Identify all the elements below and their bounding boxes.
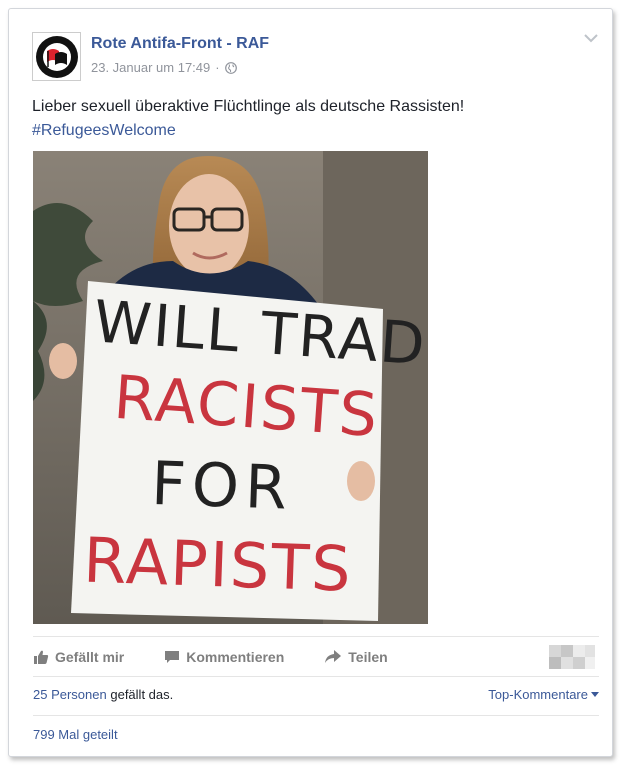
like-label: Gefällt mir	[55, 649, 125, 665]
post-message: Lieber sexuell überaktive Flüchtlinge al…	[32, 98, 465, 115]
share-button[interactable]: Teilen	[324, 649, 388, 665]
post-meta: 23. Januar um 17:49 ·	[91, 60, 237, 75]
page-name-link[interactable]: Rote Antifa-Front - RAF	[91, 35, 269, 53]
likes-count-link[interactable]: 25 Personen	[33, 687, 107, 702]
divider	[33, 636, 599, 637]
comment-icon	[165, 651, 180, 663]
share-label: Teilen	[348, 649, 388, 665]
chevron-down-icon[interactable]	[584, 33, 598, 43]
photo-image: WILL TRADE RACISTS FOR RAPISTS	[33, 151, 428, 624]
comment-label: Kommentieren	[186, 649, 285, 665]
share-icon	[325, 650, 342, 663]
blurred-avatar-icon[interactable]	[549, 645, 595, 669]
top-comments-dropdown[interactable]: Top-Kommentare	[488, 687, 599, 702]
likes-suffix: gefällt das.	[110, 687, 174, 702]
like-button[interactable]: Gefällt mir	[33, 649, 124, 665]
post-timestamp[interactable]: 23. Januar um 17:49	[91, 60, 210, 75]
divider	[33, 676, 599, 677]
antifa-logo-icon	[35, 35, 78, 78]
divider	[33, 715, 599, 716]
sign-line-3: FOR	[150, 449, 294, 524]
caret-down-icon	[591, 692, 599, 697]
thumbs-up-icon	[34, 650, 49, 664]
top-comments-label: Top-Kommentare	[488, 687, 588, 702]
meta-separator: ·	[215, 60, 220, 75]
likes-text: 25 Personen gefällt das.	[33, 687, 173, 702]
post-text: Lieber sexuell überaktive Flüchtlinge al…	[32, 95, 592, 143]
hashtag-link[interactable]: #RefugeesWelcome	[32, 119, 592, 143]
likes-summary: 25 Personen gefällt das. Top-Kommentare	[33, 687, 599, 702]
shares-count-link[interactable]: 799 Mal geteilt	[33, 727, 118, 742]
comment-button[interactable]: Kommentieren	[164, 649, 284, 665]
post-photo[interactable]: WILL TRADE RACISTS FOR RAPISTS	[33, 151, 428, 624]
action-bar: Gefällt mir Kommentieren Teilen	[33, 645, 599, 669]
page-avatar[interactable]	[32, 32, 81, 81]
sign-line-4: RAPISTS	[82, 523, 354, 605]
globe-icon[interactable]	[224, 61, 237, 74]
post-card: Rote Antifa-Front - RAF 23. Januar um 17…	[8, 8, 613, 757]
